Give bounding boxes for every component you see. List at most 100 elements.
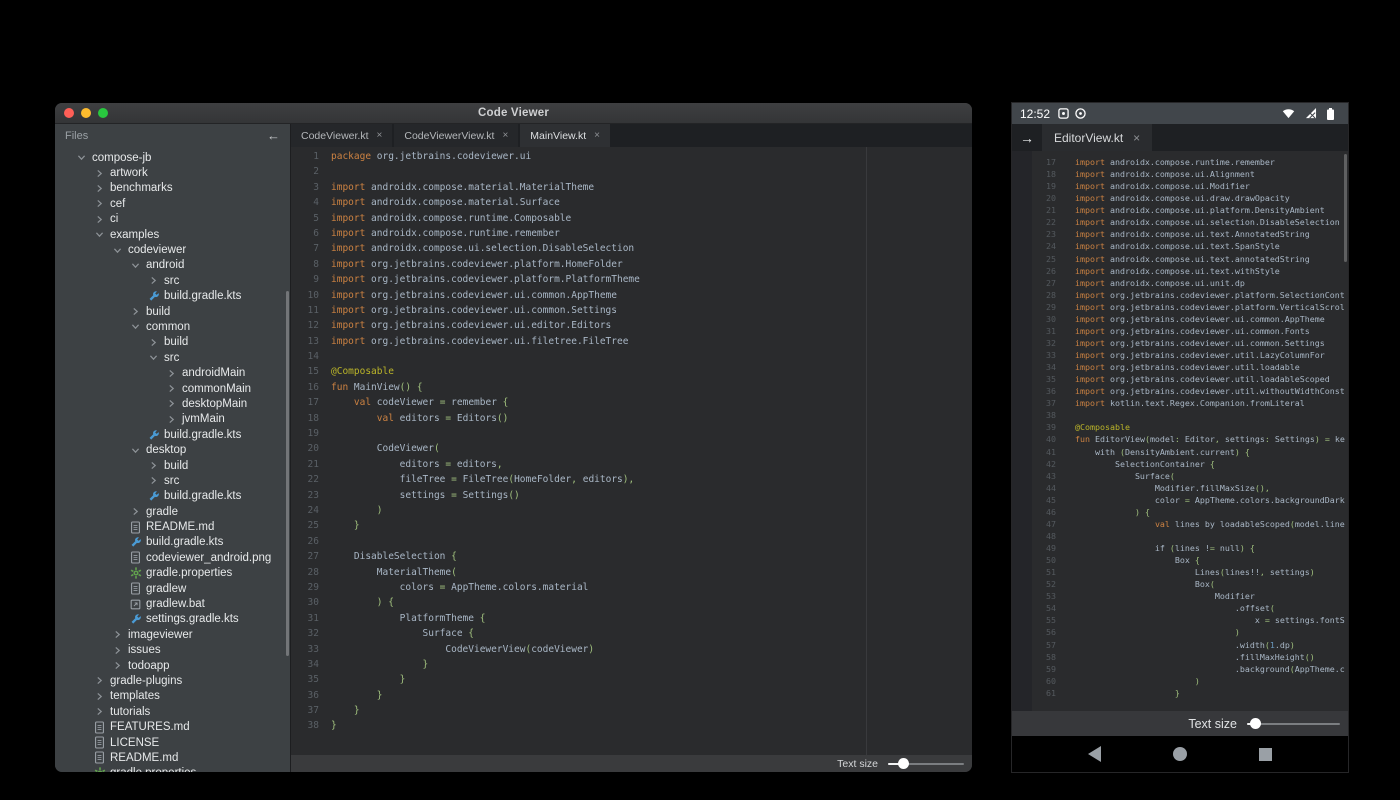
code-text: [319, 426, 331, 441]
tree-item[interactable]: src: [55, 273, 290, 288]
code-text: @Composable: [319, 364, 394, 379]
tree-item-label: src: [164, 475, 179, 487]
chevron-right-icon[interactable]: [93, 197, 106, 210]
text-size-slider[interactable]: [1247, 718, 1340, 729]
tree-item[interactable]: gradlew.bat: [55, 596, 290, 611]
code-editor[interactable]: 1package org.jetbrains.codeviewer.ui23im…: [291, 147, 972, 755]
desktop-background: Code Viewer Files ← compose-jbartworkben…: [0, 0, 1400, 800]
tree-item[interactable]: README.md: [55, 750, 290, 765]
slider-thumb[interactable]: [898, 758, 909, 769]
back-button[interactable]: [1088, 746, 1101, 762]
tree-item[interactable]: issues: [55, 643, 290, 658]
tree-item[interactable]: codeviewer: [55, 242, 290, 257]
chevron-right-icon[interactable]: [93, 167, 106, 180]
phone-scrollbar[interactable]: [1344, 154, 1347, 262]
text-size-slider[interactable]: [888, 758, 964, 769]
chevron-right-icon[interactable]: [165, 367, 178, 380]
tree-item[interactable]: gradle.properties: [55, 766, 290, 772]
chevron-down-icon[interactable]: [129, 259, 142, 272]
chevron-right-icon[interactable]: [93, 705, 106, 718]
chevron-right-icon[interactable]: [93, 213, 106, 226]
chevron-right-icon[interactable]: [165, 397, 178, 410]
tree-item[interactable]: gradle.properties: [55, 566, 290, 581]
chevron-down-icon[interactable]: [111, 244, 124, 257]
editor-status-bar: Text size: [291, 755, 972, 772]
tree-item[interactable]: build.gradle.kts: [55, 289, 290, 304]
chevron-down-icon[interactable]: [129, 444, 142, 457]
tree-item[interactable]: codeviewer_android.png: [55, 550, 290, 565]
tab-editorview[interactable]: EditorView.kt ×: [1042, 124, 1152, 151]
code-line: 31 PlatformTheme {: [291, 611, 972, 626]
forward-arrow-icon[interactable]: →: [1012, 124, 1042, 151]
tree-item[interactable]: jvmMain: [55, 412, 290, 427]
tree-item[interactable]: src: [55, 473, 290, 488]
tree-item[interactable]: build: [55, 304, 290, 319]
chevron-down-icon[interactable]: [75, 151, 88, 164]
phone-code-editor[interactable]: 17import androidx.compose.runtime.rememb…: [1012, 151, 1348, 711]
sidebar-scrollbar[interactable]: [286, 291, 289, 656]
tree-item[interactable]: build.gradle.kts: [55, 535, 290, 550]
chevron-down-icon[interactable]: [129, 320, 142, 333]
tree-item[interactable]: artwork: [55, 165, 290, 180]
tree-item[interactable]: build.gradle.kts: [55, 427, 290, 442]
tree-item[interactable]: desktop: [55, 442, 290, 457]
tree-item[interactable]: README.md: [55, 519, 290, 534]
chevron-right-icon[interactable]: [165, 382, 178, 395]
tab-codeviewerview-kt[interactable]: CodeViewerView.kt×: [394, 124, 518, 147]
chevron-right-icon[interactable]: [147, 336, 160, 349]
collapse-sidebar-icon[interactable]: ←: [267, 129, 280, 142]
tree-item[interactable]: build: [55, 458, 290, 473]
tree-item[interactable]: templates: [55, 689, 290, 704]
tree-item[interactable]: FEATURES.md: [55, 719, 290, 734]
chevron-right-icon[interactable]: [147, 474, 160, 487]
tree-item[interactable]: build.gradle.kts: [55, 489, 290, 504]
tab-mainview-kt[interactable]: MainView.kt×: [520, 124, 610, 147]
tree-item[interactable]: examples: [55, 227, 290, 242]
tree-item[interactable]: gradle: [55, 504, 290, 519]
tab-codeviewer-kt[interactable]: CodeViewer.kt×: [291, 124, 392, 147]
tree-item[interactable]: android: [55, 258, 290, 273]
close-icon[interactable]: ×: [502, 131, 508, 141]
chevron-right-icon[interactable]: [129, 305, 142, 318]
close-icon[interactable]: ×: [594, 131, 600, 141]
chevron-right-icon[interactable]: [165, 413, 178, 426]
tree-item[interactable]: imageviewer: [55, 627, 290, 642]
chevron-right-icon[interactable]: [93, 182, 106, 195]
close-icon[interactable]: ×: [1133, 132, 1140, 144]
chevron-down-icon[interactable]: [147, 351, 160, 364]
chevron-right-icon[interactable]: [111, 628, 124, 641]
slider-thumb[interactable]: [1250, 718, 1261, 729]
tree-item[interactable]: benchmarks: [55, 181, 290, 196]
tree-item[interactable]: commonMain: [55, 381, 290, 396]
code-text: Modifier.fillMaxSize(),: [1056, 482, 1270, 494]
tree-item[interactable]: ci: [55, 212, 290, 227]
chevron-down-icon[interactable]: [93, 228, 106, 241]
home-button[interactable]: [1173, 747, 1187, 761]
tree-item[interactable]: settings.gradle.kts: [55, 612, 290, 627]
window-titlebar[interactable]: Code Viewer: [55, 103, 972, 124]
chevron-right-icon[interactable]: [111, 644, 124, 657]
tree-item[interactable]: cef: [55, 196, 290, 211]
tree-item[interactable]: desktopMain: [55, 396, 290, 411]
recents-button[interactable]: [1259, 748, 1272, 761]
tree-item[interactable]: compose-jb: [55, 150, 290, 165]
chevron-right-icon[interactable]: [147, 274, 160, 287]
chevron-right-icon[interactable]: [129, 505, 142, 518]
tree-item[interactable]: gradlew: [55, 581, 290, 596]
tree-item-label: gradle.properties: [110, 767, 196, 772]
tree-item[interactable]: gradle-plugins: [55, 673, 290, 688]
chevron-right-icon[interactable]: [93, 690, 106, 703]
code-line: 49 if (lines != null) {: [1012, 542, 1348, 554]
tree-item[interactable]: common: [55, 319, 290, 334]
tree-item[interactable]: LICENSE: [55, 735, 290, 750]
file-icon: [129, 582, 142, 595]
tree-item[interactable]: src: [55, 350, 290, 365]
tree-item[interactable]: androidMain: [55, 365, 290, 380]
tree-item[interactable]: todoapp: [55, 658, 290, 673]
tree-item[interactable]: tutorials: [55, 704, 290, 719]
close-icon[interactable]: ×: [377, 131, 383, 141]
tree-item[interactable]: build: [55, 335, 290, 350]
chevron-right-icon[interactable]: [93, 674, 106, 687]
chevron-right-icon[interactable]: [147, 459, 160, 472]
chevron-right-icon[interactable]: [111, 659, 124, 672]
